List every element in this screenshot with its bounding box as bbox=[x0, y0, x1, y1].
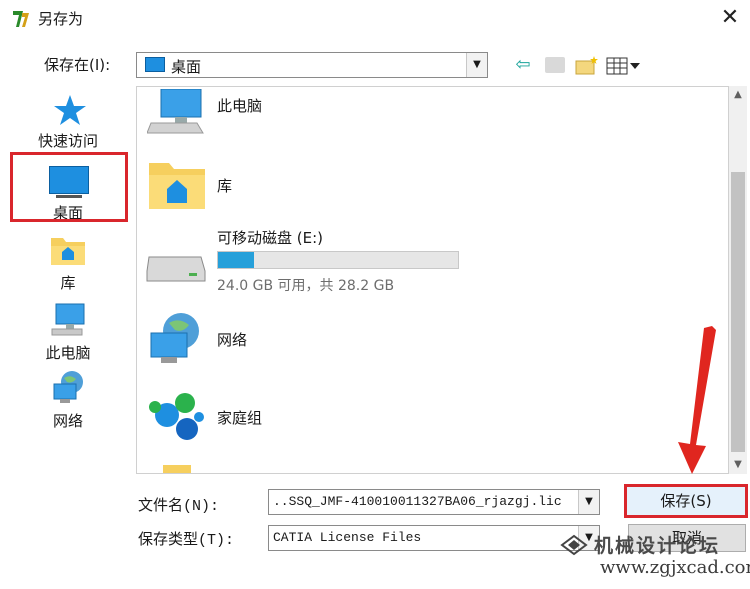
list-item-network[interactable]: 网络 bbox=[137, 309, 717, 373]
save-in-label: 保存在(I): bbox=[44, 56, 111, 74]
list-item-this-pc[interactable]: 此电脑 bbox=[137, 87, 717, 149]
filetype-select[interactable]: CATIA License Files ▼ bbox=[268, 525, 600, 551]
watermark-url: www.zgjxcad.com bbox=[600, 557, 750, 578]
close-icon[interactable]: ✕ bbox=[714, 2, 746, 34]
filename-label: 文件名(N): bbox=[138, 498, 220, 515]
network-icon bbox=[53, 371, 83, 403]
item-name: 网络 bbox=[217, 331, 248, 349]
desktop-icon bbox=[145, 57, 165, 72]
watermark-text: 机械设计论坛 bbox=[594, 535, 721, 557]
computer-icon bbox=[147, 89, 204, 134]
place-label: 库 bbox=[60, 274, 76, 292]
selection-highlight-box bbox=[10, 152, 128, 222]
vertical-scrollbar[interactable]: ▲ ▼ bbox=[729, 86, 747, 474]
places-bar: 快速访问 桌面 库 此电脑 网络 bbox=[8, 86, 130, 486]
library-folder-icon bbox=[149, 163, 205, 209]
views-menu-icon[interactable] bbox=[606, 56, 642, 76]
app-icon bbox=[10, 8, 32, 30]
window-title: 另存为 bbox=[38, 10, 84, 28]
library-folder-icon bbox=[51, 238, 85, 265]
drive-usage-fill bbox=[218, 252, 254, 268]
filename-input[interactable]: ..SSQ_JMF-410010011327BA06_rjazgj.lic ▼ bbox=[268, 489, 600, 515]
annotation-arrow-icon bbox=[678, 326, 716, 474]
item-name: 此电脑 bbox=[217, 97, 263, 115]
removable-drive-icon bbox=[146, 256, 206, 282]
chevron-down-icon[interactable]: ▼ bbox=[466, 53, 487, 77]
homegroup-icon bbox=[149, 393, 204, 440]
folder-icon bbox=[163, 465, 191, 473]
network-icon bbox=[150, 313, 199, 363]
place-label: 网络 bbox=[52, 412, 83, 430]
item-name: 库 bbox=[217, 177, 233, 195]
place-label: 此电脑 bbox=[45, 344, 91, 362]
place-this-pc[interactable]: 此电脑 bbox=[8, 300, 128, 364]
star-icon bbox=[54, 95, 86, 125]
drive-free-space: 24.0 GB 可用，共 28.2 GB bbox=[217, 278, 395, 294]
place-label: 快速访问 bbox=[37, 132, 98, 150]
filename-value: ..SSQ_JMF-410010011327BA06_rjazgj.lic bbox=[273, 494, 562, 509]
chevron-down-icon[interactable]: ▼ bbox=[578, 490, 599, 514]
new-folder-icon[interactable] bbox=[575, 55, 599, 75]
list-item-library[interactable]: 库 bbox=[137, 155, 717, 225]
item-name: 家庭组 bbox=[217, 409, 263, 427]
scroll-up-icon[interactable]: ▲ bbox=[729, 86, 747, 104]
scroll-thumb[interactable] bbox=[731, 172, 745, 452]
title-bar: 另存为 ✕ bbox=[0, 0, 750, 38]
filetype-value: CATIA License Files bbox=[273, 530, 422, 545]
place-library[interactable]: 库 bbox=[8, 230, 128, 294]
filetype-label: 保存类型(T): bbox=[138, 532, 235, 549]
item-name: 可移动磁盘 (E:) bbox=[217, 229, 324, 247]
place-network[interactable]: 网络 bbox=[8, 368, 128, 432]
list-item-homegroup[interactable]: 家庭组 bbox=[137, 387, 717, 449]
place-quick-access[interactable]: 快速访问 bbox=[8, 88, 128, 152]
save-button[interactable]: 保存(S) bbox=[624, 484, 748, 518]
location-combobox[interactable]: 桌面 ▼ bbox=[136, 52, 488, 78]
drive-usage-bar bbox=[217, 251, 459, 269]
scroll-down-icon[interactable]: ▼ bbox=[729, 456, 747, 474]
location-value: 桌面 bbox=[171, 58, 202, 76]
up-folder-icon[interactable] bbox=[545, 57, 565, 73]
computer-icon bbox=[51, 303, 85, 336]
watermark-logo-icon bbox=[560, 534, 588, 556]
file-list[interactable]: 此电脑 库 可移动磁盘 (E:) 24.0 GB 可用，共 28.2 GB 网络 bbox=[136, 86, 729, 474]
back-arrow-icon[interactable]: ⇦ bbox=[512, 54, 534, 76]
